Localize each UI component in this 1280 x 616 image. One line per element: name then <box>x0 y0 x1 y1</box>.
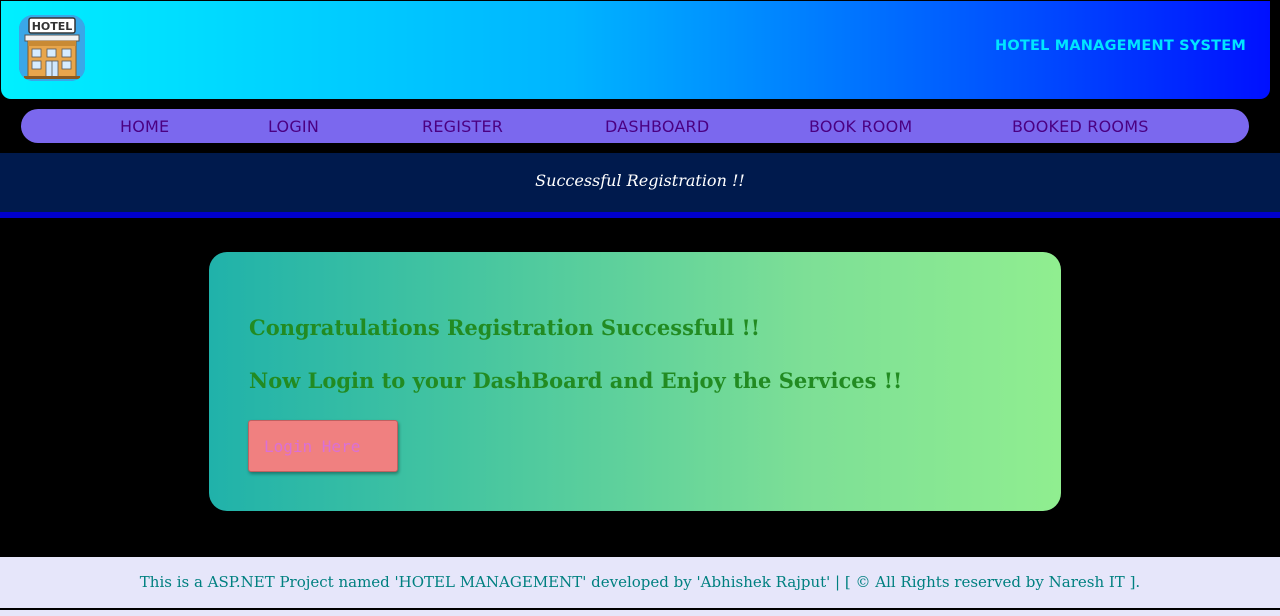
bottom-strip <box>0 610 1280 616</box>
login-here-button[interactable]: Login Here <box>248 420 398 472</box>
main-nav: HOME LOGIN REGISTER DASHBOARD BOOK ROOM … <box>21 109 1249 143</box>
logo-sign-text: HOTEL <box>32 20 73 33</box>
nav-login[interactable]: LOGIN <box>268 118 319 136</box>
nav-dashboard[interactable]: DASHBOARD <box>605 118 709 136</box>
nav-register[interactable]: REGISTER <box>422 118 503 136</box>
nav-book-room[interactable]: BOOK ROOM <box>809 118 912 136</box>
nav-booked-rooms[interactable]: BOOKED ROOMS <box>1012 118 1149 136</box>
login-prompt-heading: Now Login to your DashBoard and Enjoy th… <box>249 368 903 393</box>
congrats-heading: Congratulations Registration Successfull… <box>249 315 760 340</box>
banner-message: Successful Registration !! <box>535 171 745 190</box>
header: HOTEL HOTEL MANAGEMENT SYSTEM <box>1 1 1270 99</box>
site-title: HOTEL MANAGEMENT SYSTEM <box>995 38 1246 54</box>
success-card: Congratulations Registration Successfull… <box>209 252 1061 511</box>
hotel-logo-icon[interactable]: HOTEL <box>19 15 85 81</box>
footer-copyright: This is a ASP.NET Project named 'HOTEL M… <box>139 573 1141 591</box>
status-banner: Successful Registration !! <box>0 153 1280 218</box>
nav-home[interactable]: HOME <box>120 118 169 136</box>
footer: This is a ASP.NET Project named 'HOTEL M… <box>0 557 1280 610</box>
page: HOTEL HOTEL MANAGEMENT SYSTEM HOME LOGIN… <box>0 0 1280 616</box>
